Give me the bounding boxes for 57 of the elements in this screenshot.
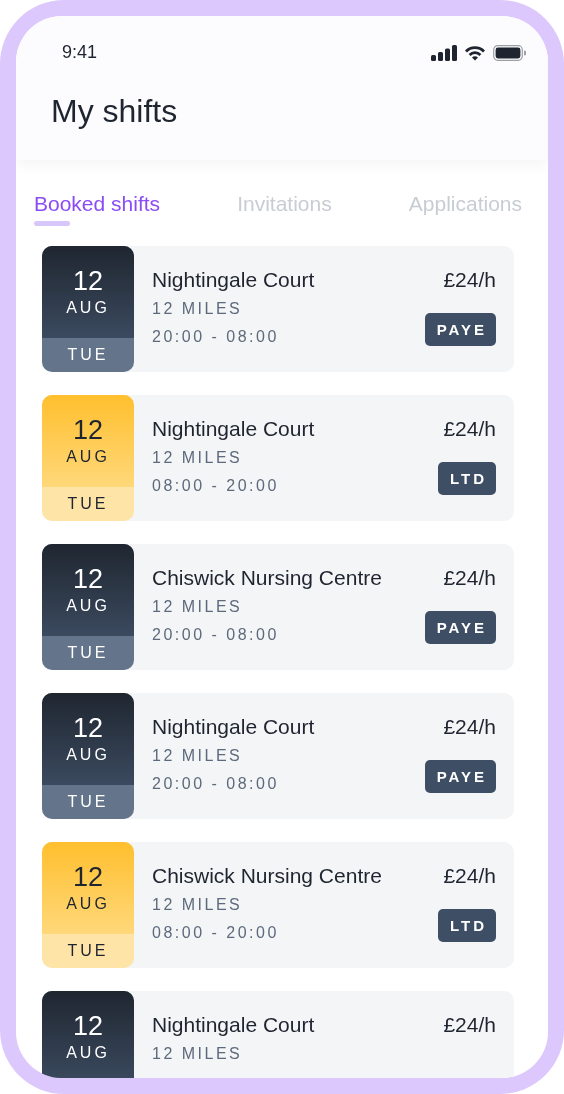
shift-distance: 12 MILES bbox=[152, 449, 244, 467]
hourly-rate: £24/h bbox=[443, 268, 496, 292]
date-month: AUG bbox=[66, 1043, 110, 1062]
date-month: AUG bbox=[66, 596, 110, 615]
shift-hours: 20:00 - 08:00 bbox=[152, 775, 279, 793]
shift-hours: 20:00 - 08:00 bbox=[152, 328, 279, 346]
weekday-label: TUE bbox=[66, 792, 110, 812]
weekday-label: TUE bbox=[66, 941, 110, 961]
contract-type: PAYE bbox=[424, 313, 496, 346]
contract-type: PAYE bbox=[424, 611, 496, 644]
weekday-label: TUE bbox=[66, 643, 110, 663]
shift-distance: 12 MILES bbox=[152, 747, 244, 765]
shift-distance: 12 MILES bbox=[152, 300, 244, 318]
contract-type: PAYE bbox=[424, 760, 496, 793]
hourly-rate: £24/h bbox=[443, 417, 496, 441]
shift-location: Nightingale Court bbox=[152, 268, 315, 292]
shift-card[interactable]: 12 AUG TUE Nightingale Court £24/h 12 MILES 20:00 - 08:00 PAYE bbox=[42, 693, 514, 819]
shift-card[interactable]: 12 AUG Nightingale Court £24/h 12 MILES bbox=[42, 991, 514, 1078]
shift-location: Nightingale Court bbox=[152, 1013, 315, 1037]
shift-card[interactable]: 12 AUG TUE Chiswick Nursing Centre £24/h 12 MILES 20:00 - 08:00 PAYE bbox=[42, 544, 514, 670]
date-month: AUG bbox=[66, 745, 110, 764]
shift-location: Nightingale Court bbox=[152, 715, 315, 739]
contract-type: LTD bbox=[437, 909, 496, 942]
date-day: 12 bbox=[72, 416, 103, 446]
shift-location: Chiswick Nursing Centre bbox=[152, 566, 382, 590]
date-month: AUG bbox=[66, 298, 110, 317]
weekday-label: TUE bbox=[66, 345, 110, 365]
shift-card[interactable]: 12 AUG TUE Chiswick Nursing Centre £24/h 12 MILES 08:00 - 20:00 LTD bbox=[42, 842, 514, 968]
wifi-icon bbox=[464, 44, 486, 61]
date-month: AUG bbox=[66, 447, 110, 466]
shift-hours: 08:00 - 20:00 bbox=[152, 924, 279, 942]
shift-distance: 12 MILES bbox=[152, 896, 244, 914]
shift-location: Nightingale Court bbox=[152, 417, 315, 441]
contract-type: LTD bbox=[437, 462, 496, 495]
shift-hours: 20:00 - 08:00 bbox=[152, 626, 279, 644]
battery-icon bbox=[493, 44, 526, 61]
hourly-rate: £24/h bbox=[443, 1013, 496, 1037]
date-day: 12 bbox=[72, 565, 103, 595]
date-month: AUG bbox=[66, 894, 110, 913]
page-title: My shifts bbox=[51, 93, 179, 130]
date-day: 12 bbox=[72, 267, 103, 297]
status-time: 9:41 bbox=[62, 42, 98, 63]
shift-distance: 12 MILES bbox=[152, 598, 244, 616]
hourly-rate: £24/h bbox=[443, 864, 496, 888]
date-day: 12 bbox=[72, 863, 103, 893]
date-day: 12 bbox=[72, 1012, 103, 1042]
shift-location: Chiswick Nursing Centre bbox=[152, 864, 382, 888]
shift-card[interactable]: 12 AUG TUE Nightingale Court £24/h 12 MILES 20:00 - 08:00 PAYE bbox=[42, 246, 514, 372]
shift-card[interactable]: 12 AUG TUE Nightingale Court £24/h 12 MILES 08:00 - 20:00 LTD bbox=[42, 395, 514, 521]
hourly-rate: £24/h bbox=[443, 566, 496, 590]
shift-distance: 12 MILES bbox=[152, 1045, 243, 1063]
hourly-rate: £24/h bbox=[443, 715, 496, 739]
shift-hours: 08:00 - 20:00 bbox=[152, 477, 279, 495]
signal-icon bbox=[431, 44, 457, 61]
date-day: 12 bbox=[72, 714, 103, 744]
tab[interactable]: Booked shifts bbox=[34, 190, 161, 226]
weekday-label: TUE bbox=[66, 494, 110, 514]
